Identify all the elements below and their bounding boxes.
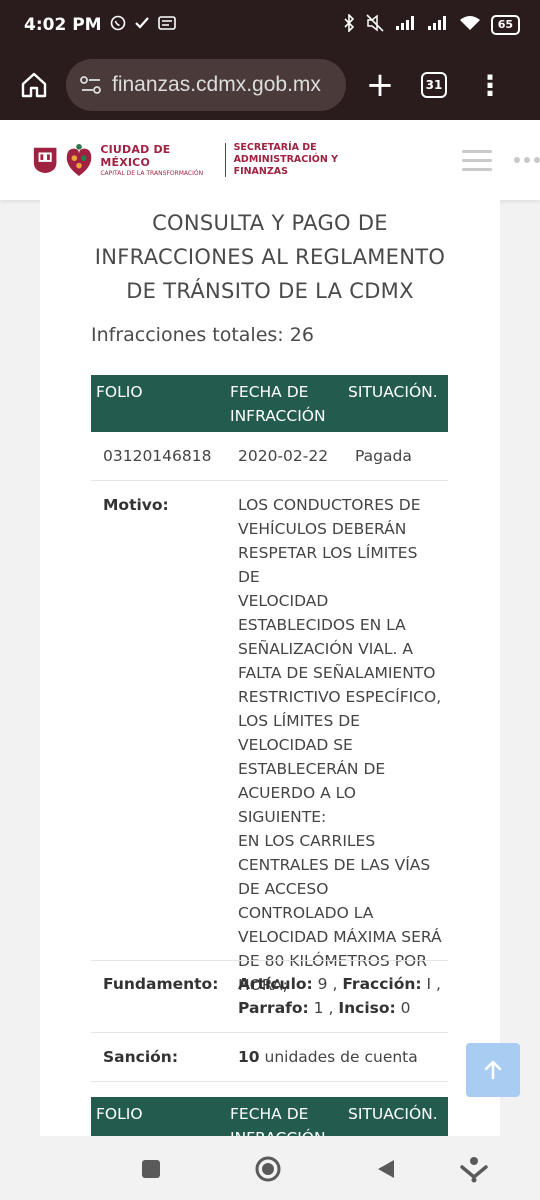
scroll-to-top-button[interactable] xyxy=(466,1043,520,1097)
col-situacion: SITUACIÓN. xyxy=(348,1105,438,1123)
assistant-button[interactable] xyxy=(459,1154,489,1184)
col-folio: FOLIO xyxy=(96,1105,143,1123)
arrow-up-icon xyxy=(484,1060,502,1080)
circle-icon xyxy=(255,1156,281,1182)
assistant-icon xyxy=(460,1157,488,1183)
square-icon xyxy=(142,1160,160,1178)
back-button[interactable] xyxy=(371,1154,401,1184)
table-header: FOLIO FECHA DE INFRACCIÓN SITUACIÓN. xyxy=(91,1097,448,1136)
col-fecha: FECHA DE INFRACCIÓN xyxy=(230,1105,326,1136)
back-triangle-icon xyxy=(378,1160,394,1178)
second-table-clip: FOLIO FECHA DE INFRACCIÓN SITUACIÓN. xyxy=(0,0,540,1136)
recent-apps-button[interactable] xyxy=(136,1154,166,1184)
home-nav-button[interactable] xyxy=(253,1154,283,1184)
system-nav-bar xyxy=(0,1136,540,1200)
